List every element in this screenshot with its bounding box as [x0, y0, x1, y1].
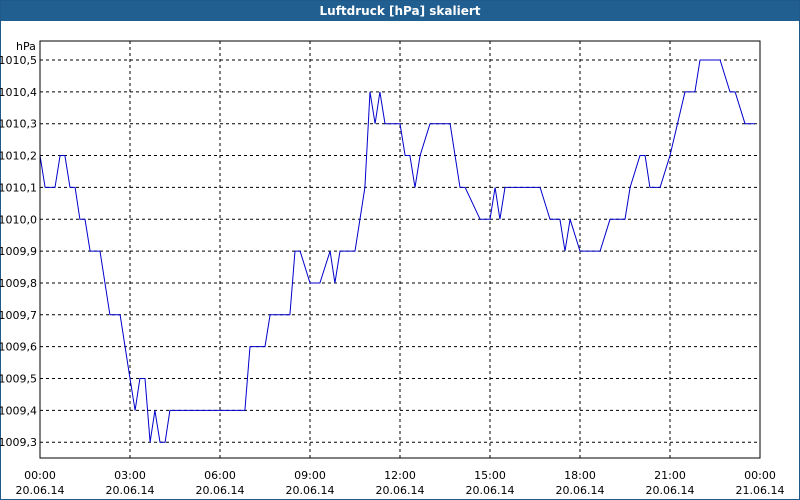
y-axis-ticks: 1009,3 1009,4 1009,5 1009,6 1009,7 1009,8 1009…: [0, 54, 37, 449]
y-tick-label: 1009,6: [0, 341, 37, 354]
x-tick-date: 21.06.14: [736, 484, 785, 497]
x-tick-date: 20.06.14: [466, 484, 515, 497]
x-tick-date: 20.06.14: [556, 484, 605, 497]
x-tick-time: 15:00: [474, 469, 506, 482]
x-tick-time: 06:00: [204, 469, 236, 482]
chart-plot: 1009,3 1009,4 1009,5 1009,6 1009,7 1009,8 1009…: [0, 40, 785, 497]
y-tick-label: 1009,7: [0, 309, 37, 322]
y-tick-label: 1010,3: [0, 118, 37, 131]
x-tick-date: 20.06.14: [646, 484, 695, 497]
y-tick-label: 1009,4: [0, 404, 37, 417]
x-tick-date: 20.06.14: [196, 484, 245, 497]
x-tick-time: 12:00: [384, 469, 416, 482]
y-tick-label: 1009,9: [0, 245, 37, 258]
y-tick-label: 1010,1: [0, 181, 37, 194]
x-tick-time: 00:00: [24, 469, 56, 482]
x-tick-time: 03:00: [114, 469, 146, 482]
y-tick-label: 1010,4: [0, 86, 37, 99]
x-tick-time: 18:00: [564, 469, 596, 482]
y-tick-label: 1010,5: [0, 54, 37, 67]
x-tick-date: 20.06.14: [376, 484, 425, 497]
x-tick-time: 21:00: [654, 469, 686, 482]
x-axis-ticks: 00:00 20.06.14 03:00 20.06.14 06:00 20.06.14 0…: [16, 469, 785, 497]
x-tick-time: 00:00: [744, 469, 776, 482]
y-tick-label: 1009,3: [0, 436, 37, 449]
x-tick-time: 09:00: [294, 469, 326, 482]
x-tick-date: 20.06.14: [286, 484, 335, 497]
x-tick-date: 20.06.14: [16, 484, 65, 497]
y-tick-label: 1009,5: [0, 373, 37, 386]
y-tick-label: 1010,2: [0, 150, 37, 163]
y-tick-label: 1009,8: [0, 277, 37, 290]
grid: [40, 41, 760, 458]
y-tick-label: 1010,0: [0, 213, 37, 226]
y-axis-label: hPa: [16, 40, 36, 53]
x-tick-date: 20.06.14: [106, 484, 155, 497]
